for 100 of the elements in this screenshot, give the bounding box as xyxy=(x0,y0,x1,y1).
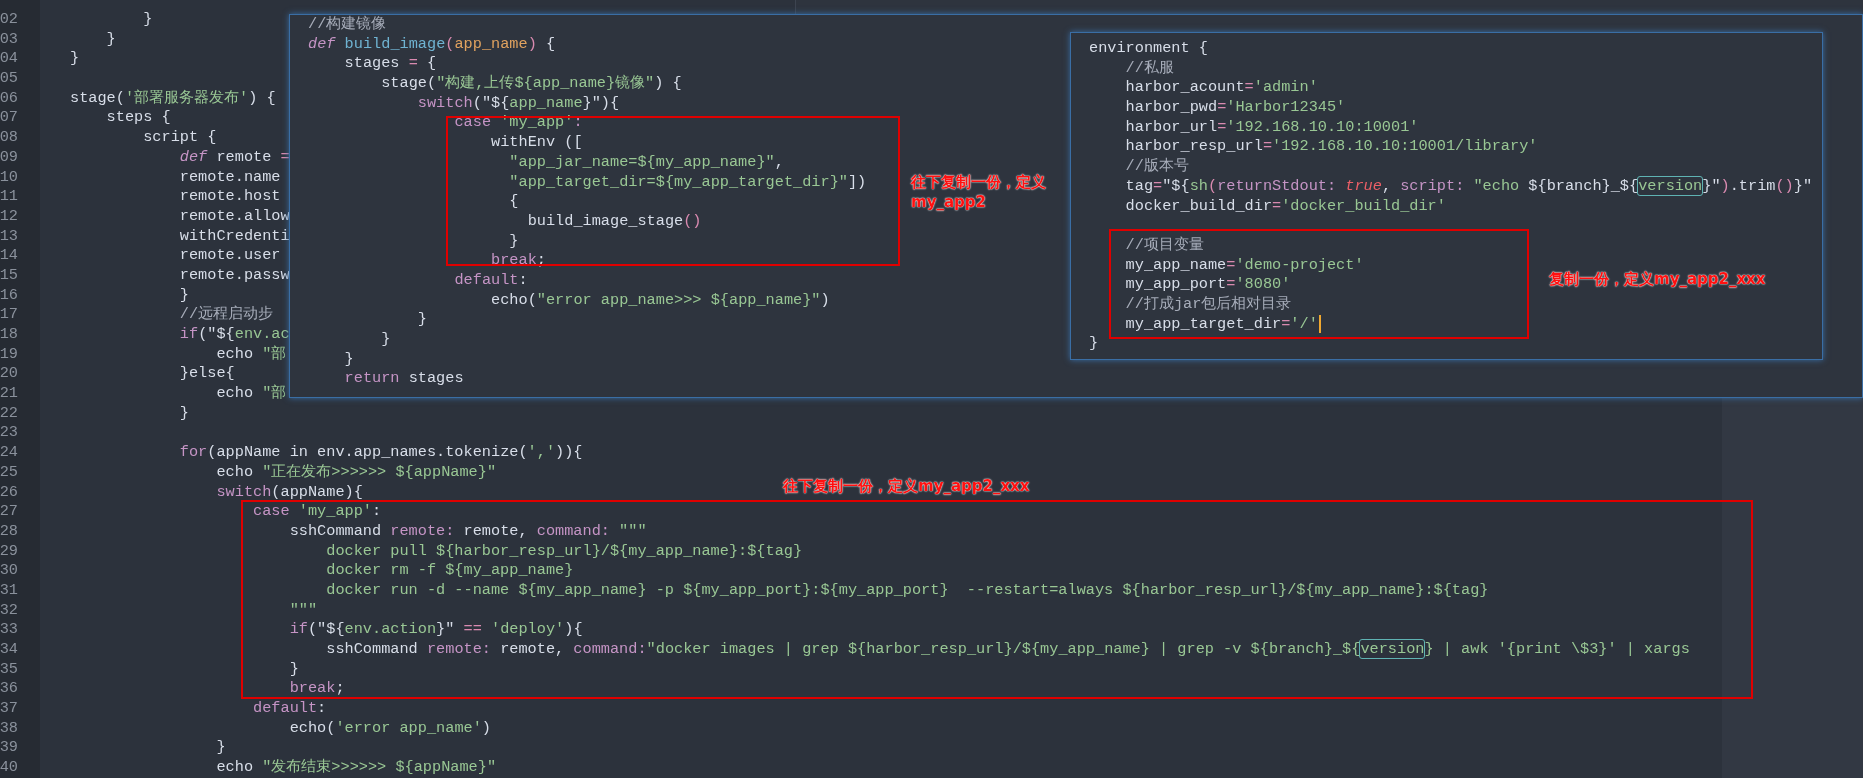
code-line: switch(appName){ xyxy=(215,482,363,503)
code-line: def build_image(app_name) { xyxy=(308,34,556,55)
code-line: } xyxy=(288,659,299,680)
line-number: 02 xyxy=(0,10,18,30)
line-number: 31 xyxy=(0,580,18,601)
code-line: stage("构建,上传${app_name}镜像") { xyxy=(380,74,682,94)
line-number: 26 xyxy=(0,482,18,503)
code-line: remote.passw xyxy=(178,265,290,286)
code-line: build_image_stage() xyxy=(526,211,702,232)
line-number: 14 xyxy=(0,246,18,266)
line-number: 33 xyxy=(0,620,18,640)
line-number: 21 xyxy=(0,384,18,404)
line-number: 34 xyxy=(0,640,18,660)
code-line: stages = { xyxy=(343,54,437,75)
code-line: my_app_target_dir='/' xyxy=(1124,314,1318,335)
line-number: 40 xyxy=(0,758,18,778)
code-line: //版本号 xyxy=(1124,157,1189,177)
line-number: 19 xyxy=(0,344,18,365)
line-number: 23 xyxy=(0,423,18,444)
line-number: 36 xyxy=(0,679,18,700)
line-number: 18 xyxy=(0,325,18,345)
code-line: remote.user xyxy=(178,246,281,266)
code-line: switch("${app_name}"){ xyxy=(416,93,620,114)
code-line: environment { xyxy=(1089,39,1208,59)
code-line: docker rm -f ${my_app_name} xyxy=(325,561,574,581)
code-line: sshCommand remote: remote, command:"docker images | grep ${harbor_resp_url}/${my_app_name} | grep -v ${branch}_${version} | awk '{print \$3}' | xargs xyxy=(325,640,1690,660)
code-line: tag="${sh(returnStdout: true, script: "echo ${branch}_${version}").trim()}" xyxy=(1124,176,1813,197)
code-line: break; xyxy=(288,679,345,700)
line-number: 32 xyxy=(0,600,18,621)
code-line: for(appName in env.app_names.tokenize(',')){ xyxy=(178,443,583,463)
line-number: 08 xyxy=(0,128,18,148)
code-line: script { xyxy=(142,128,217,148)
code-line: stage('部署服务器发布') { xyxy=(70,88,276,109)
code-line: } xyxy=(215,738,226,759)
code-line: default: xyxy=(453,270,528,291)
line-number: 11 xyxy=(0,187,18,207)
code-line: } xyxy=(142,10,153,30)
code-line: remote.host xyxy=(178,187,281,207)
code-line: docker_build_dir='docker_build_dir' xyxy=(1124,196,1446,217)
code-line: echo "部 xyxy=(215,384,287,404)
code-line: harbor_url='192.168.10.10:10001' xyxy=(1124,117,1419,138)
line-number: 29 xyxy=(0,541,18,562)
line-number: 38 xyxy=(0,718,18,739)
line-number: 30 xyxy=(0,561,18,581)
code-line: //构建镜像 xyxy=(308,15,387,35)
code-line: withCredenti xyxy=(178,226,290,247)
line-number: 27 xyxy=(0,502,18,522)
code-line: steps { xyxy=(105,108,171,129)
line-number: 05 xyxy=(0,69,18,89)
code-line: } xyxy=(105,29,116,50)
line-number: 22 xyxy=(0,403,18,424)
code-line: } xyxy=(70,49,80,70)
code-line: "app_jar_name=${my_app_name}", xyxy=(508,152,784,173)
line-number: 06 xyxy=(0,88,18,109)
annotation-text: 往下复制一份，定义my_app2_xxx xyxy=(783,476,1030,496)
line-number: 25 xyxy=(0,462,18,483)
line-number: 13 xyxy=(0,226,18,247)
line-number: 10 xyxy=(0,167,18,188)
line-number: 09 xyxy=(0,147,18,168)
code-line: return stages xyxy=(343,369,464,390)
code-line: } xyxy=(343,349,354,370)
line-number: 17 xyxy=(0,305,18,325)
line-number: 15 xyxy=(0,265,18,286)
code-line: }else{ xyxy=(178,364,235,385)
code-line: if("${env.ac xyxy=(178,325,290,345)
code-line: //项目变量 xyxy=(1124,235,1204,256)
code-line: """ xyxy=(288,600,318,621)
code-line: sshCommand remote: remote, command: """ xyxy=(288,521,647,542)
code-line: my_app_port='8080' xyxy=(1124,275,1291,295)
code-line: //私服 xyxy=(1124,58,1174,79)
code-line: echo "发布结束>>>>>> ${appName}" xyxy=(215,758,497,778)
code-line: def remote = xyxy=(178,147,290,168)
line-number: 03 xyxy=(0,29,18,50)
code-line: } xyxy=(1089,334,1099,354)
code-line: echo "正在发布>>>>>> ${appName}" xyxy=(215,462,497,483)
code-line: withEnv ([ xyxy=(490,133,583,153)
line-number: 39 xyxy=(0,738,18,759)
code-line: { xyxy=(508,192,519,212)
code-line: docker pull ${harbor_resp_url}/${my_app_name}:${tag} xyxy=(325,541,803,562)
code-line: docker run -d --name ${my_app_name} -p ${my_app_port}:${my_app_port} --restart=always ${harbor_resp_url}/${my_app_name}:${tag} xyxy=(325,580,1489,601)
code-line: } xyxy=(508,231,519,252)
line-number: 28 xyxy=(0,521,18,542)
line-number: 20 xyxy=(0,364,18,385)
line-number: 12 xyxy=(0,206,18,227)
annotation-text: 复制一份，定义my_app2_xxx xyxy=(1549,269,1766,289)
code-line: case 'my_app': xyxy=(252,502,382,522)
code-line: echo "部 xyxy=(215,344,287,365)
code-line: if("${env.action}" == 'deploy'){ xyxy=(288,620,583,640)
code-line: echo("error app_name>>> ${app_name}") xyxy=(490,290,830,311)
line-number: 24 xyxy=(0,443,18,463)
line-number: 37 xyxy=(0,699,18,719)
code-line: "app_target_dir=${my_app_target_dir}"]) xyxy=(508,172,867,193)
code-line: } xyxy=(380,330,391,350)
code-line: //打成jar包后相对目录 xyxy=(1124,294,1292,315)
annotation-text: 往下复制一份，定义my_app2 xyxy=(911,172,1047,212)
code-line: case 'my_app': xyxy=(453,113,583,134)
code-line: harbor_pwd='Harbor12345' xyxy=(1124,98,1346,118)
code-line: default: xyxy=(252,699,327,719)
code-line: harbor_acount='admin' xyxy=(1124,78,1318,99)
code-line: } xyxy=(178,285,189,306)
